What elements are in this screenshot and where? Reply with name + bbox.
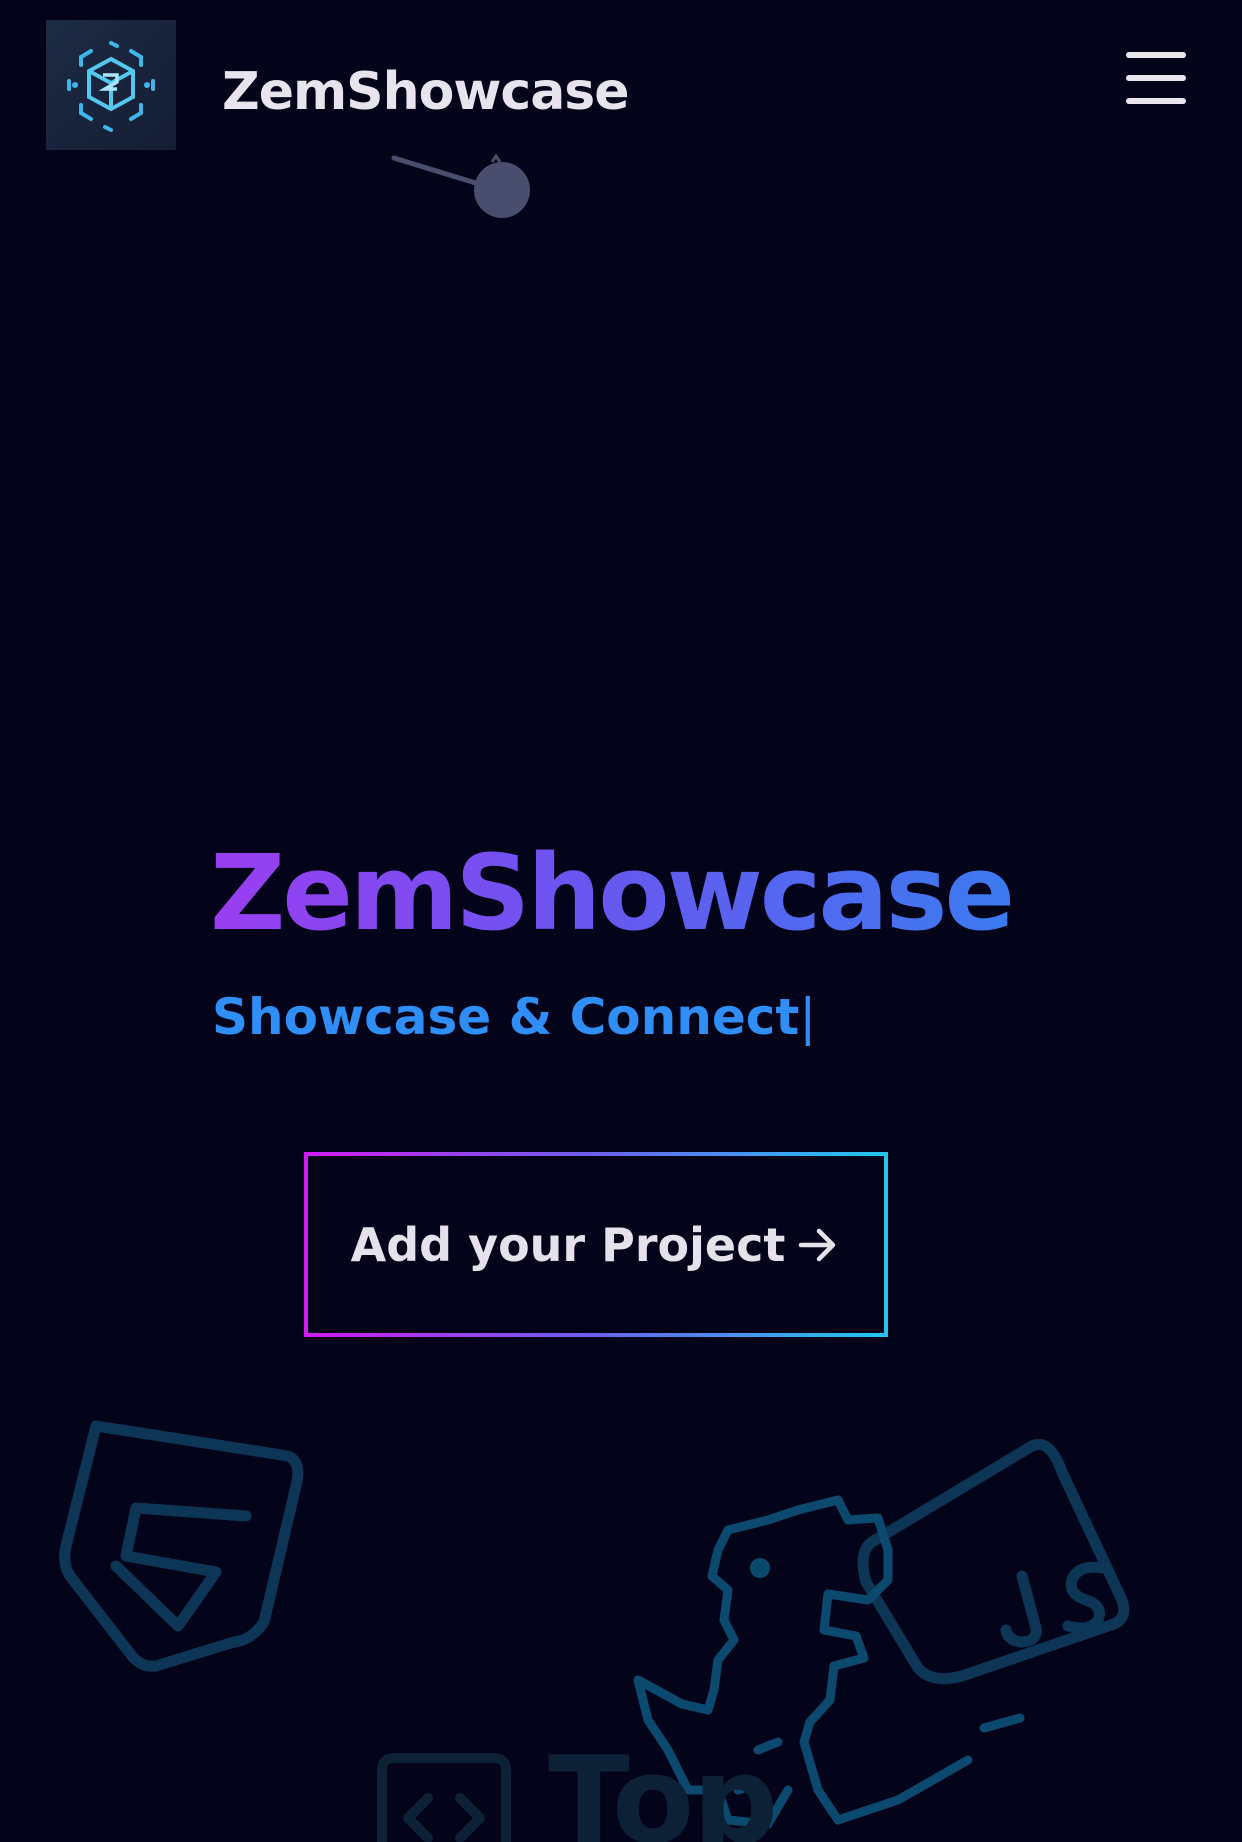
- hamburger-menu-button[interactable]: [1126, 52, 1186, 104]
- logo[interactable]: [46, 20, 176, 150]
- code-brackets-icon: [377, 1753, 511, 1842]
- menu-line: [1126, 98, 1186, 104]
- arrow-right-icon: [799, 1228, 836, 1261]
- hero-title: ZemShowcase: [210, 832, 1015, 954]
- html5-icon: [59, 1420, 304, 1672]
- hamburger-menu-icon: [1126, 52, 1186, 58]
- hero-subtitle-text: Showcase & Connect: [212, 988, 800, 1046]
- hero-subtitle: Showcase & Connect|: [212, 988, 816, 1046]
- page: ZemShowcase ZemShowcase Showcase & Conne…: [0, 0, 1242, 1842]
- top-header: ZemShowcase: [0, 0, 1242, 160]
- typing-cursor: |: [799, 988, 817, 1046]
- partial-background-text: Top: [548, 1732, 778, 1842]
- add-project-button-content: Add your Project: [351, 1218, 842, 1272]
- add-project-button[interactable]: Add your Project: [304, 1152, 888, 1337]
- menu-line: [1126, 75, 1186, 81]
- add-project-label: Add your Project: [350, 1217, 786, 1272]
- brand-name[interactable]: ZemShowcase: [222, 62, 630, 122]
- pendulum-decoration: [391, 153, 530, 218]
- cube-logo-icon: [67, 41, 155, 132]
